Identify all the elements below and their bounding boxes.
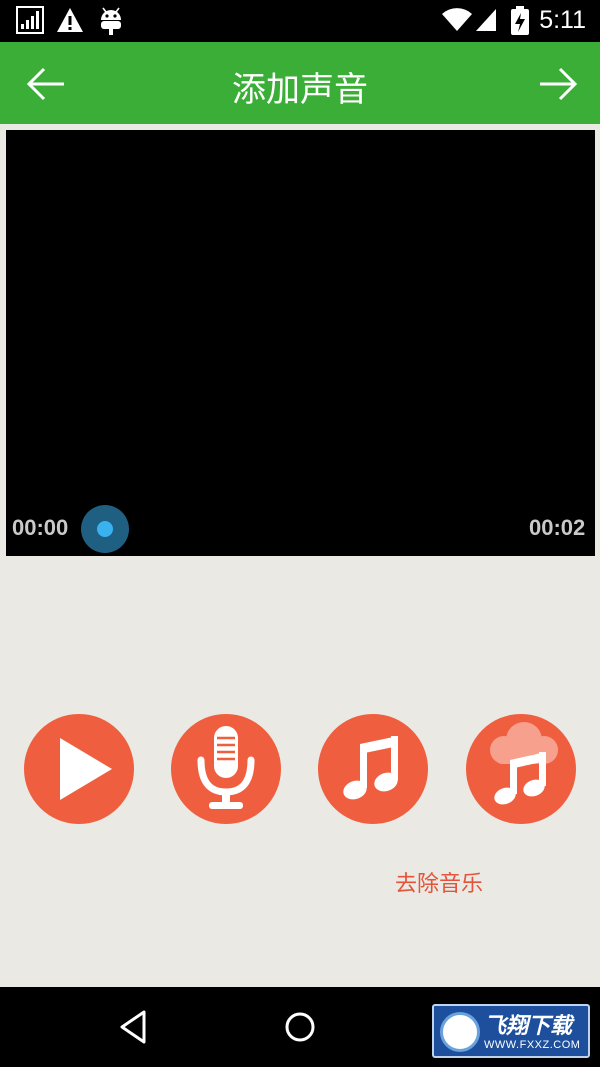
watermark-url: WWW.FXXZ.COM bbox=[484, 1039, 581, 1051]
video-preview[interactable] bbox=[6, 130, 595, 556]
watermark-logo-icon bbox=[440, 1012, 480, 1052]
remove-music-button[interactable]: 去除音乐 bbox=[380, 866, 498, 898]
seek-slider-thumb[interactable] bbox=[81, 505, 129, 553]
watermark-badge: 飞翔下载 WWW.FXXZ.COM bbox=[432, 1004, 590, 1058]
app-bar: 添加声音 bbox=[0, 42, 600, 124]
home-circle-icon[interactable] bbox=[282, 1007, 318, 1047]
duration-time: 00:02 bbox=[529, 515, 586, 540]
microphone-icon bbox=[197, 726, 255, 809]
online-music-button[interactable] bbox=[466, 714, 576, 824]
cloud-music-icon bbox=[490, 722, 558, 805]
battery-charging-icon bbox=[511, 6, 529, 35]
seek-dot bbox=[97, 521, 113, 537]
status-bar: 5:11 bbox=[0, 0, 600, 42]
cell-signal-icon bbox=[476, 9, 496, 31]
record-voice-button[interactable] bbox=[171, 714, 281, 824]
status-time: 5:11 bbox=[539, 6, 586, 34]
signal-icon bbox=[16, 6, 44, 34]
warning-icon bbox=[57, 8, 83, 32]
play-icon bbox=[60, 738, 112, 800]
play-button[interactable] bbox=[24, 714, 134, 824]
watermark-title: 飞翔下载 bbox=[484, 1014, 573, 1039]
arrow-right-icon[interactable] bbox=[534, 60, 582, 108]
add-music-button[interactable] bbox=[318, 714, 428, 824]
android-icon bbox=[101, 7, 121, 35]
back-triangle-icon[interactable] bbox=[116, 1007, 150, 1047]
current-time: 00:00 bbox=[12, 515, 69, 540]
wifi-icon bbox=[442, 8, 472, 31]
music-note-icon bbox=[343, 736, 398, 800]
page-title: 添加声音 bbox=[232, 70, 368, 110]
